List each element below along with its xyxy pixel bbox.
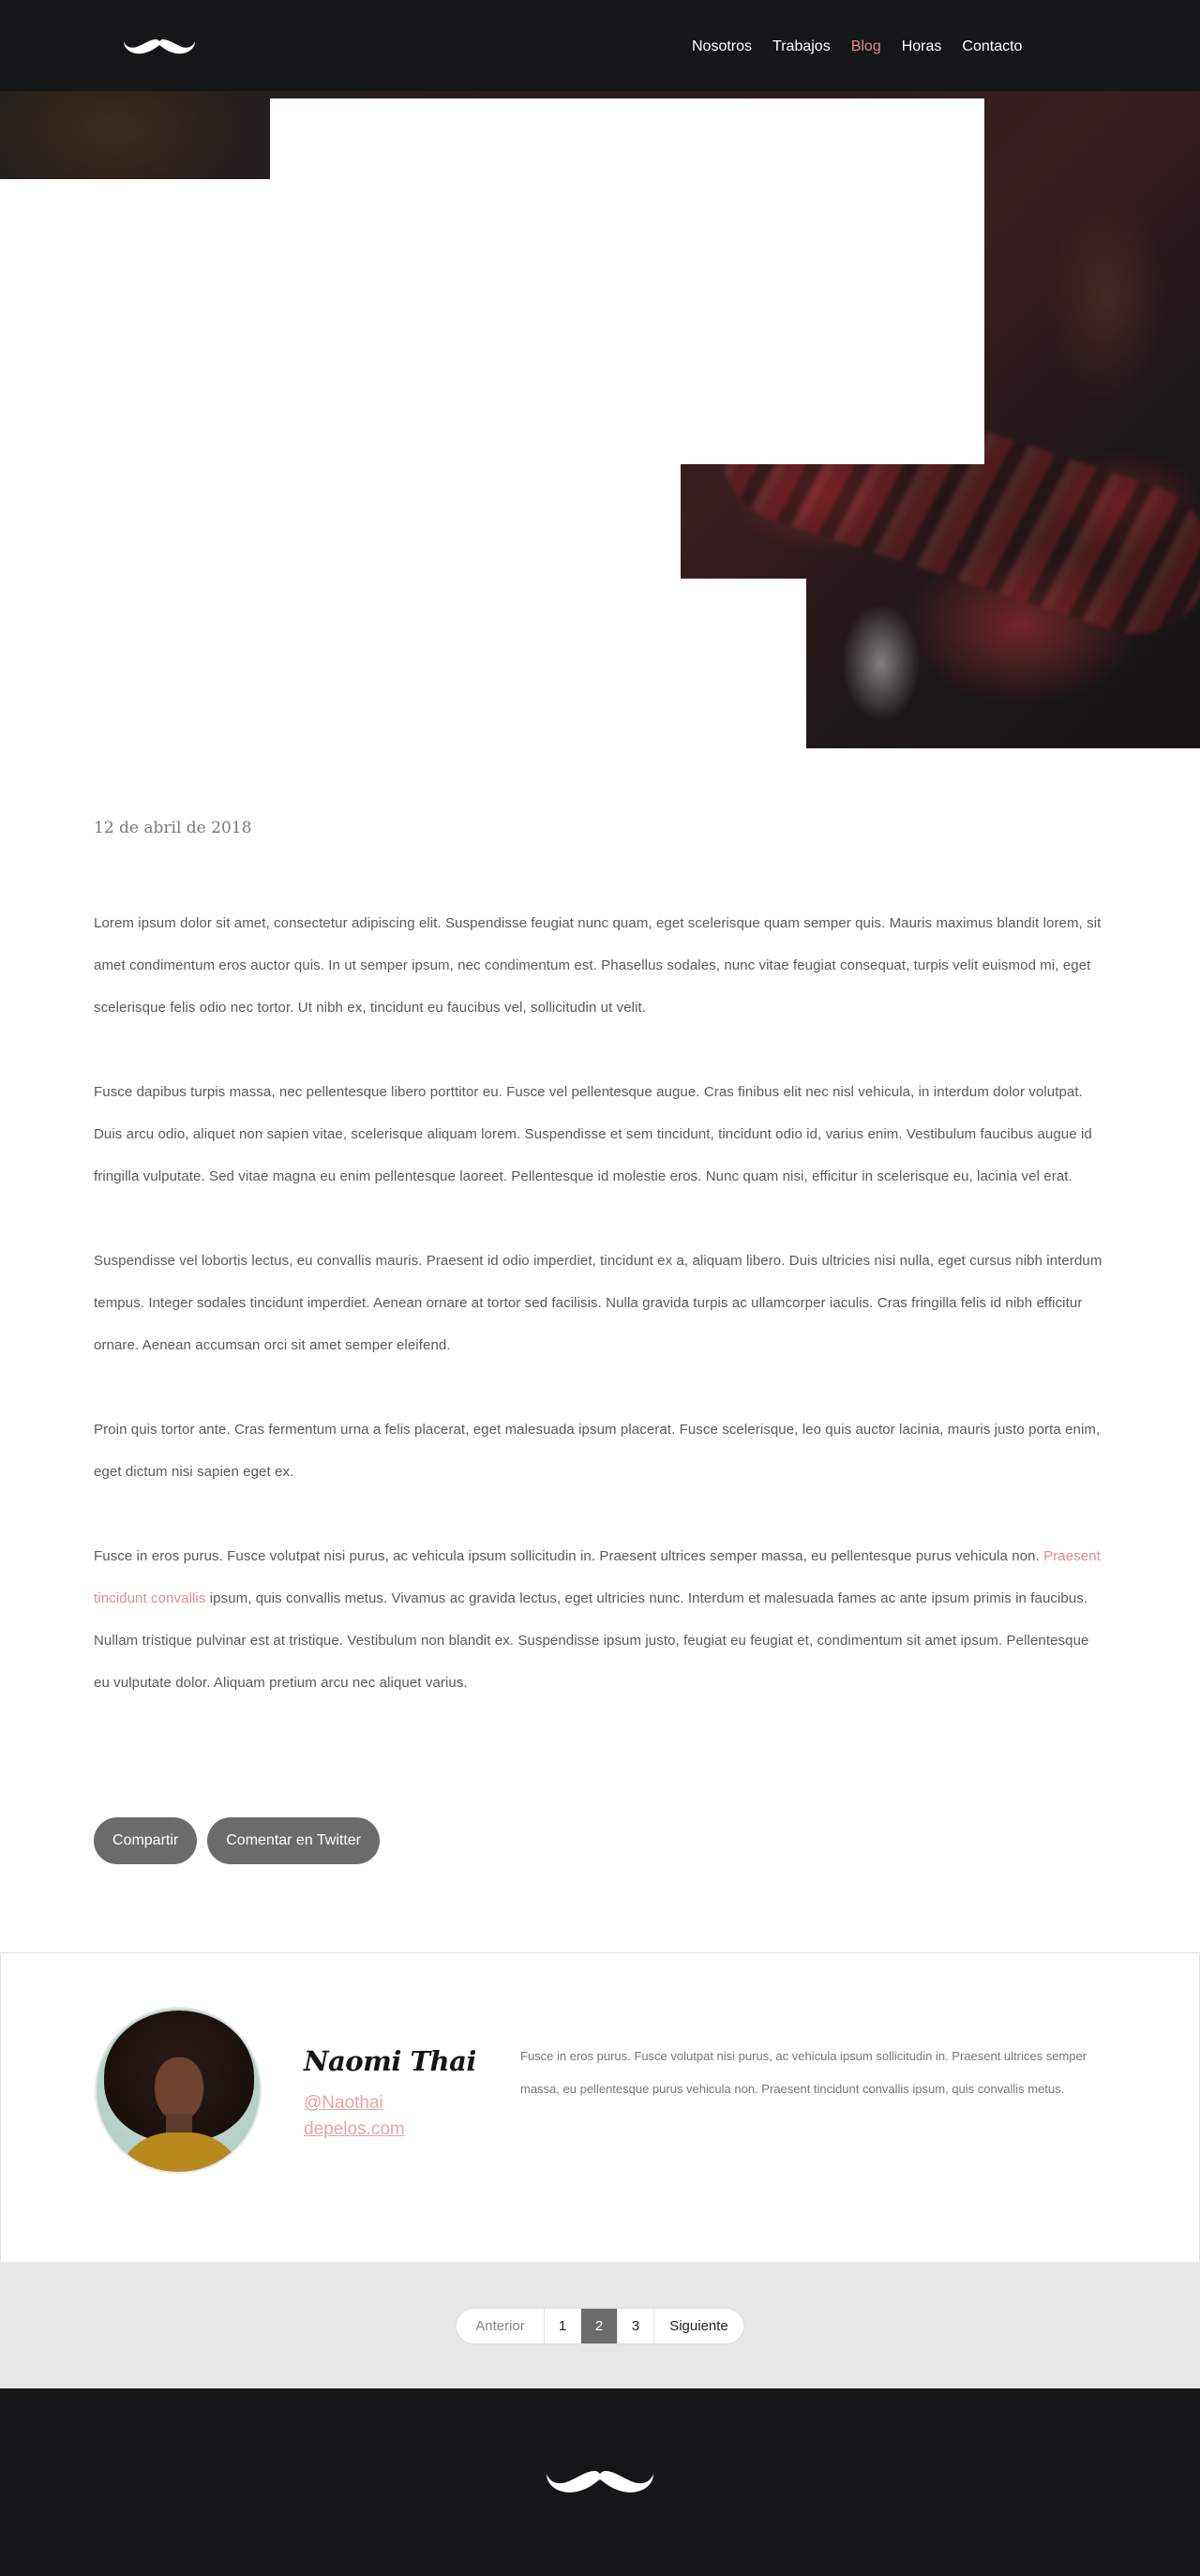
- mustache-icon[interactable]: [122, 36, 197, 58]
- next-page-button[interactable]: Siguiente: [653, 2309, 743, 2343]
- site-footer: [0, 2388, 1200, 2576]
- avatar-shoulders: [115, 2132, 245, 2172]
- paragraph: Fusce dapibus turpis massa, nec pellente…: [94, 1084, 1092, 1184]
- share-button[interactable]: Compartir: [94, 1817, 198, 1864]
- page-button-3[interactable]: 3: [617, 2309, 653, 2343]
- paragraph-text: Fusce in eros purus. Fusce volutpat nisi…: [94, 1548, 1044, 1564]
- nav-item-nosotros[interactable]: Nosotros: [692, 36, 752, 58]
- paragraph: Suspendisse vel lobortis lectus, eu conv…: [94, 1253, 1102, 1353]
- nav-item-contacto[interactable]: Contacto: [962, 36, 1022, 58]
- author-twitter-link[interactable]: @Naothai: [304, 2090, 383, 2117]
- main-nav: Nosotros Trabajos Blog Horas Contacto: [692, 36, 1022, 58]
- page-button-1[interactable]: 1: [544, 2309, 580, 2343]
- mustache-icon[interactable]: [542, 2465, 658, 2499]
- share-actions: Compartir Comentar en Twitter: [94, 1817, 380, 1864]
- paragraph: Proin quis tortor ante. Cras fermentum u…: [94, 1422, 1101, 1480]
- avatar: [95, 2007, 262, 2174]
- hero-white-block: [0, 746, 806, 748]
- page-button-2[interactable]: 2: [580, 2309, 617, 2343]
- nav-item-trabajos[interactable]: Trabajos: [772, 36, 831, 58]
- author-website-link[interactable]: depelos.com: [304, 2117, 405, 2143]
- pagination: Anterior 1 2 3 Siguiente: [456, 2308, 744, 2344]
- hero-white-block: [681, 579, 806, 748]
- pagination-section: Anterior 1 2 3 Siguiente: [0, 2262, 1200, 2388]
- nav-item-horas[interactable]: Horas: [902, 36, 942, 58]
- hero-white-block: [0, 464, 681, 746]
- twitter-comment-button[interactable]: Comentar en Twitter: [207, 1817, 380, 1864]
- author-bio: Fusce in eros purus. Fusce volutpat nisi…: [520, 2049, 1088, 2096]
- nav-item-blog[interactable]: Blog: [851, 36, 881, 58]
- hero-white-block: [0, 179, 681, 464]
- author-name: Naomi Thai: [304, 2045, 476, 2077]
- author-box: Naomi Thai @Naothai depelos.com Fusce in…: [0, 1952, 1200, 2262]
- post-body: Lorem ipsum dolor sit amet, consectetur …: [94, 902, 1106, 1746]
- paragraph: Fusce in eros purus. Fusce volutpat nisi…: [94, 1535, 1106, 1704]
- paragraph: Lorem ipsum dolor sit amet, consectetur …: [94, 915, 1102, 1016]
- post-date: 12 de abril de 2018: [94, 819, 252, 837]
- site-header: Nosotros Trabajos Blog Horas Contacto: [0, 0, 1200, 91]
- hero-image: [0, 91, 1200, 748]
- avatar-face: [155, 2057, 203, 2121]
- paragraph-text: ipsum, quis convallis metus. Vivamus ac …: [94, 1590, 1089, 1691]
- prev-page-button[interactable]: Anterior: [457, 2309, 544, 2343]
